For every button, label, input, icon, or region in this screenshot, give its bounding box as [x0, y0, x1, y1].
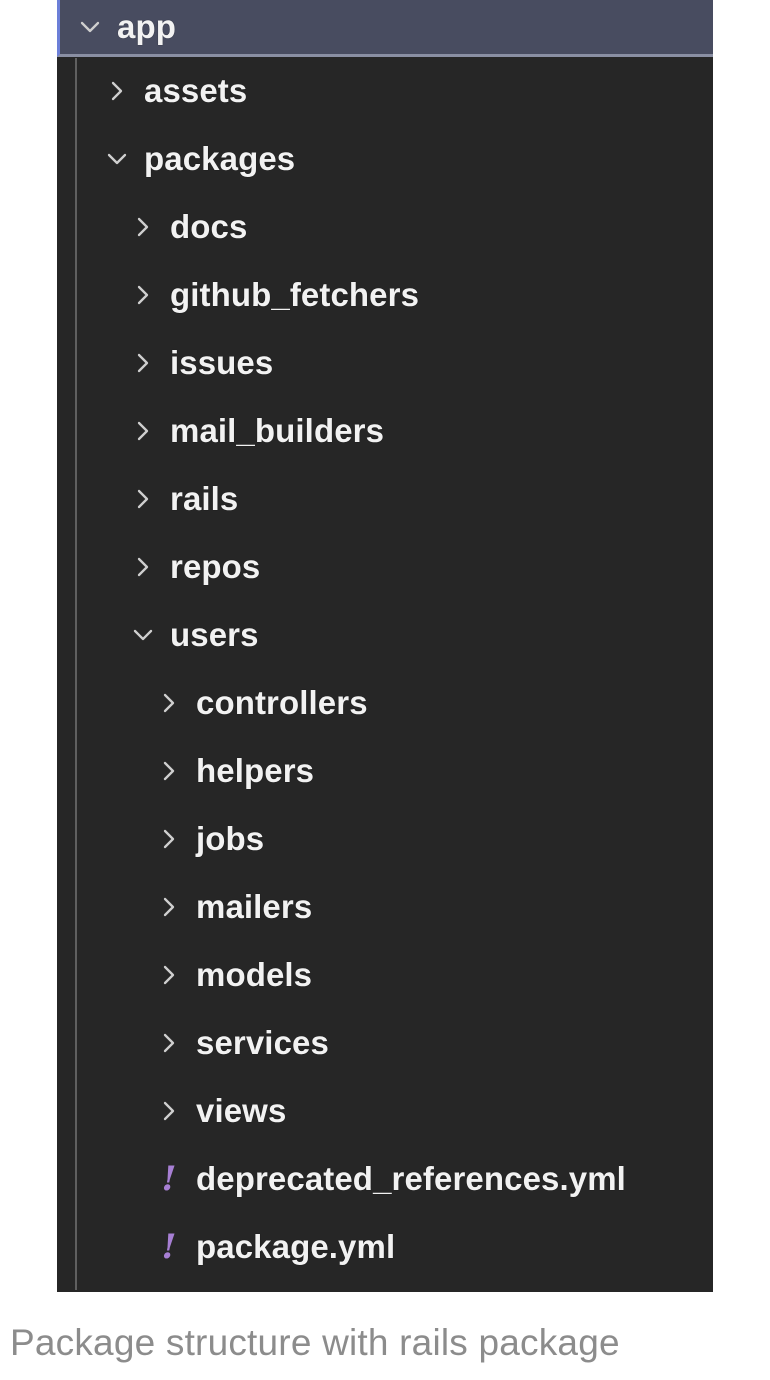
chevron-right-icon[interactable]	[154, 960, 184, 990]
tree-item-label: docs	[170, 208, 248, 245]
tree-item-label: controllers	[196, 684, 368, 721]
chevron-right-icon[interactable]	[154, 688, 184, 718]
chevron-down-icon[interactable]	[75, 12, 105, 42]
tree-item-label: models	[196, 956, 313, 993]
tree-item-label: app	[117, 8, 176, 45]
chevron-down-icon[interactable]	[128, 620, 158, 650]
tree-folder-row[interactable]: users	[57, 601, 713, 669]
tree-item-label: mail_builders	[170, 412, 385, 449]
tree-file-row[interactable]: ! deprecated_references.yml	[57, 1145, 713, 1213]
tree-item-label: users	[170, 616, 259, 653]
tree-folder-row[interactable]: services	[57, 1009, 713, 1077]
chevron-right-icon[interactable]	[128, 552, 158, 582]
chevron-right-icon[interactable]	[128, 348, 158, 378]
tree-item-label: helpers	[196, 752, 315, 789]
tree-folder-row[interactable]: jobs	[57, 805, 713, 873]
chevron-right-icon[interactable]	[128, 212, 158, 242]
tree-folder-row[interactable]: mailers	[57, 873, 713, 941]
tree-item-label: jobs	[196, 820, 265, 857]
chevron-right-icon[interactable]	[154, 756, 184, 786]
tree-folder-row[interactable]: github_fetchers	[57, 261, 713, 329]
chevron-right-icon[interactable]	[154, 892, 184, 922]
tree-item-label: packages	[144, 140, 296, 177]
chevron-right-icon[interactable]	[128, 416, 158, 446]
tree-item-label: assets	[144, 72, 248, 109]
tree-folder-row[interactable]: repos	[57, 533, 713, 601]
chevron-right-icon[interactable]	[128, 280, 158, 310]
tree-item-label: mailers	[196, 888, 313, 925]
tree-folder-row[interactable]: app	[57, 0, 713, 57]
chevron-right-icon[interactable]	[154, 1028, 184, 1058]
tree-item-label: deprecated_references.yml	[196, 1160, 626, 1197]
tree-item-label: rails	[170, 480, 239, 517]
tree-item-label: package.yml	[196, 1228, 396, 1265]
tree-file-row[interactable]: ! package.yml	[57, 1213, 713, 1281]
tree-folder-row[interactable]: mail_builders	[57, 397, 713, 465]
chevron-right-icon[interactable]	[102, 76, 132, 106]
tree-folder-row[interactable]: models	[57, 941, 713, 1009]
tree-item-label: repos	[170, 548, 261, 585]
chevron-right-icon[interactable]	[154, 1096, 184, 1126]
yaml-file-icon: !	[161, 1227, 177, 1267]
tree-folder-row[interactable]: issues	[57, 329, 713, 397]
figure-caption: Package structure with rails package	[10, 1322, 620, 1363]
tree-item-label: issues	[170, 344, 274, 381]
tree-item-label: services	[196, 1024, 329, 1061]
tree-item-label: github_fetchers	[170, 276, 420, 313]
yaml-file-icon: !	[161, 1159, 177, 1199]
tree-item-label: views	[196, 1092, 287, 1129]
tree-folder-row[interactable]: assets	[57, 57, 713, 125]
tree-folder-row[interactable]: views	[57, 1077, 713, 1145]
figure-container: app assets packages docs github_fetchersissu…	[0, 0, 770, 1380]
file-tree-rows: app assets packages docs github_fetchersissu…	[57, 0, 713, 1281]
chevron-right-icon[interactable]	[128, 484, 158, 514]
tree-folder-row[interactable]: helpers	[57, 737, 713, 805]
file-tree-panel[interactable]: app assets packages docs github_fetchersissu…	[57, 0, 713, 1292]
tree-folder-row[interactable]: controllers	[57, 669, 713, 737]
tree-folder-row[interactable]: docs	[57, 193, 713, 261]
tree-folder-row[interactable]: rails	[57, 465, 713, 533]
tree-folder-row[interactable]: packages	[57, 125, 713, 193]
chevron-right-icon[interactable]	[154, 824, 184, 854]
chevron-down-icon[interactable]	[102, 144, 132, 174]
